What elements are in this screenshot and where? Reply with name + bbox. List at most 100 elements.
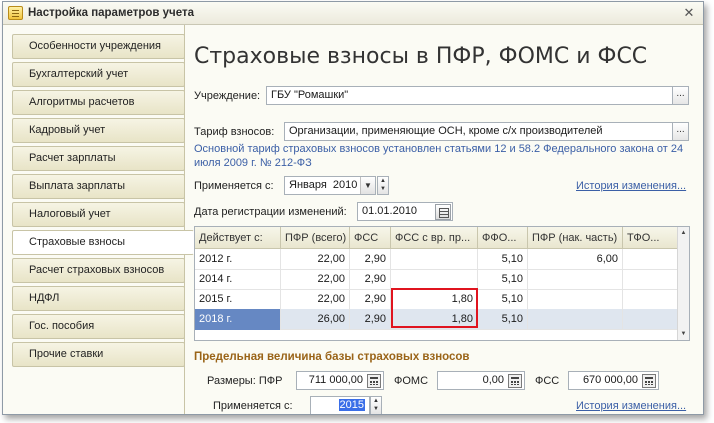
table-row[interactable]: 2012 г. 22,00 2,90 5,10 6,00: [195, 249, 679, 270]
table-header: Действует с: ПФР (всего) ФСС ФСС с вр. пр..…: [195, 227, 679, 249]
column-header[interactable]: ПФР (всего): [281, 227, 350, 249]
column-header[interactable]: ПФР (нак. часть): [528, 227, 623, 249]
table-cell[interactable]: 2,90: [350, 249, 391, 270]
table-cell[interactable]: 5,10: [478, 289, 528, 310]
column-header[interactable]: ФФО...: [478, 227, 528, 249]
table-cell[interactable]: 2014 г.: [195, 269, 281, 290]
reg-date-value: 01.01.2010: [362, 205, 418, 217]
sidebar-item[interactable]: Выплата зарплаты: [12, 174, 185, 199]
sidebar-item[interactable]: Прочие ставки: [12, 342, 185, 367]
sidebar-item[interactable]: Гос. пособия: [12, 314, 185, 339]
table-cell[interactable]: 22,00: [281, 269, 350, 290]
sidebar-item[interactable]: НДФЛ: [12, 286, 185, 311]
reg-date-label: Дата регистрации изменений:: [194, 206, 347, 218]
column-header[interactable]: ТФО...: [623, 227, 679, 249]
applies-from-stepper[interactable]: ▲ ▼: [377, 176, 389, 195]
calculator-icon[interactable]: [642, 374, 656, 388]
limits-year-value: 2015: [338, 399, 365, 411]
tariff-select-button[interactable]: ...: [672, 122, 689, 141]
table-cell[interactable]: 5,10: [478, 249, 528, 270]
pfr-limit-field[interactable]: 711 000,00: [296, 371, 384, 390]
fss-limit-field[interactable]: 670 000,00: [568, 371, 659, 390]
title-bar: Настройка параметров учета ✕: [3, 2, 703, 25]
tariff-label: Тариф взносов:: [194, 126, 275, 138]
table-cell[interactable]: 2,90: [350, 289, 391, 310]
pfr-limit-value: 711 000,00: [308, 374, 363, 386]
table-cell[interactable]: 26,00: [281, 309, 350, 330]
institution-label: Учреждение:: [194, 90, 261, 102]
column-header[interactable]: Действует с:: [195, 227, 281, 249]
foms-label: ФОМС: [394, 375, 429, 387]
sidebar-item[interactable]: Расчет зарплаты: [12, 146, 185, 171]
institution-field[interactable]: ГБУ "Ромашки": [266, 86, 673, 105]
table-cell[interactable]: [391, 269, 478, 290]
sidebar-item[interactable]: Страховые взносы: [12, 230, 194, 255]
applies-from-label: Применяется с:: [194, 180, 274, 192]
table-cell[interactable]: 2012 г.: [195, 249, 281, 270]
foms-limit-value: 0,00: [482, 374, 504, 386]
limits-applies-label: Применяется с:: [213, 400, 293, 412]
table-cell[interactable]: 2018 г.: [195, 309, 281, 330]
table-row[interactable]: 2014 г. 22,00 2,90 5,10: [195, 269, 679, 290]
applies-from-value: Января 2010: [289, 179, 358, 191]
limits-year-field[interactable]: 2015: [310, 396, 370, 414]
tariff-field[interactable]: Организации, применяющие ОСН, кроме с/х …: [284, 122, 673, 141]
table-cell[interactable]: [623, 309, 679, 330]
calendar-icon[interactable]: [435, 204, 451, 220]
arrow-down-icon[interactable]: ▼: [378, 185, 388, 193]
table-cell[interactable]: [528, 269, 623, 290]
reg-date-field[interactable]: 01.01.2010: [357, 202, 453, 221]
table-cell[interactable]: 22,00: [281, 249, 350, 270]
settings-document-icon: [8, 6, 23, 20]
table-cell[interactable]: 2015 г.: [195, 289, 281, 310]
scroll-down-icon[interactable]: ▼: [678, 328, 689, 340]
limits-history-link[interactable]: История изменения...: [576, 400, 686, 412]
arrow-up-icon[interactable]: ▲: [371, 397, 381, 405]
table-cell[interactable]: [528, 309, 623, 330]
sidebar-item[interactable]: Кадровый учет: [12, 118, 185, 143]
table-cell[interactable]: [528, 289, 623, 310]
limits-year-stepper[interactable]: ▲ ▼: [370, 396, 382, 414]
window-title: Настройка параметров учета: [28, 7, 194, 19]
tariff-note: Основной тариф страховых взносов установ…: [194, 143, 684, 169]
sidebar-item[interactable]: Налоговый учет: [12, 202, 185, 227]
arrow-up-icon[interactable]: ▲: [378, 177, 388, 185]
table-cell[interactable]: 2,90: [350, 269, 391, 290]
table-cell[interactable]: 5,10: [478, 309, 528, 330]
limits-heading: Предельная величина базы страховых взнос…: [194, 351, 470, 363]
page-title: Страховые взносы в ПФР, ФОМС и ФСС: [194, 44, 648, 69]
table-cell[interactable]: [623, 289, 679, 310]
applies-from-field[interactable]: Января 2010 ▼: [284, 176, 376, 195]
sidebar-item[interactable]: Бухгалтерский учет: [12, 62, 185, 87]
scroll-up-icon[interactable]: ▲: [678, 227, 689, 239]
table-cell[interactable]: 5,10: [478, 269, 528, 290]
sidebar-item[interactable]: Особенности учреждения: [12, 34, 185, 59]
sizes-pfr-label: Размеры: ПФР: [207, 375, 283, 387]
chevron-down-icon[interactable]: ▼: [360, 177, 375, 194]
table-cell[interactable]: 2,90: [350, 309, 391, 330]
table-cell[interactable]: [391, 249, 478, 270]
close-icon[interactable]: ✕: [684, 5, 695, 20]
rates-table[interactable]: Действует с: ПФР (всего) ФСС ФСС с вр. пр..…: [194, 226, 690, 341]
table-cell[interactable]: 22,00: [281, 289, 350, 310]
close-button[interactable]: ✕: [681, 5, 697, 21]
sidebar-item[interactable]: Расчет страховых взносов: [12, 258, 185, 283]
calculator-icon[interactable]: [367, 374, 381, 388]
table-cell[interactable]: [623, 249, 679, 270]
table-cell[interactable]: [623, 269, 679, 290]
arrow-down-icon[interactable]: ▼: [371, 405, 381, 413]
foms-limit-field[interactable]: 0,00: [437, 371, 525, 390]
fss-limit-value: 670 000,00: [582, 374, 638, 386]
history-link[interactable]: История изменения...: [576, 180, 686, 192]
calculator-icon[interactable]: [508, 374, 522, 388]
table-scrollbar[interactable]: ▲ ▼: [677, 227, 689, 340]
fss-label: ФСС: [535, 375, 560, 387]
column-header[interactable]: ФСС: [350, 227, 391, 249]
sidebar-item[interactable]: Алгоритмы расчетов: [12, 90, 185, 115]
institution-select-button[interactable]: ...: [672, 86, 689, 105]
table-cell[interactable]: 6,00: [528, 249, 623, 270]
column-header[interactable]: ФСС с вр. пр...: [391, 227, 478, 249]
main-panel: Страховые взносы в ПФР, ФОМС и ФСС Учреж…: [184, 25, 703, 414]
highlight-annotation: [391, 288, 478, 328]
settings-sidebar: Особенности учреждения Бухгалтерский учет…: [12, 34, 194, 370]
